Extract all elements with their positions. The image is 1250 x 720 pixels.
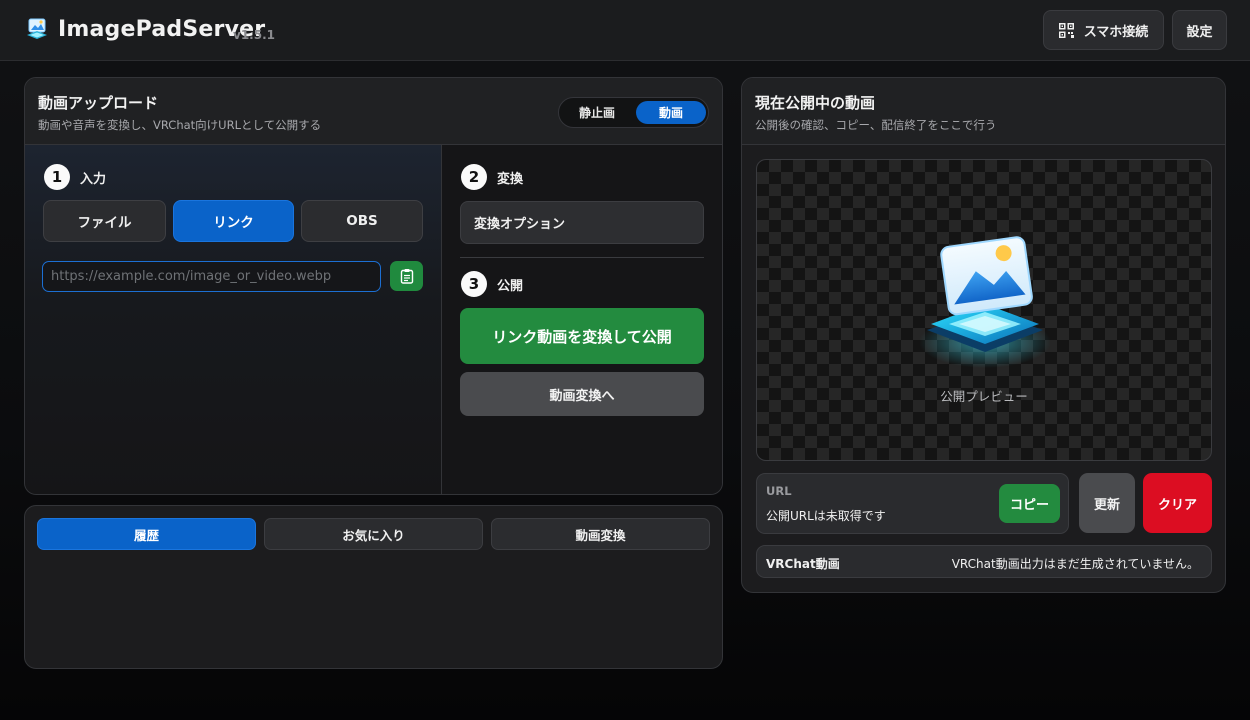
go-to-video-convert-button[interactable]: 動画変換へ (460, 372, 704, 416)
vrchat-video-row: VRChat動画 VRChat動画出力はまだ生成されていません。 (756, 545, 1212, 578)
mobile-connect-button[interactable]: スマホ接続 (1043, 10, 1164, 50)
app-header: ImagePadServer v1.5.1 スマホ接続 設定 (0, 0, 1250, 61)
divider (460, 257, 704, 258)
publish-subtitle: 公開後の確認、コピー、配信終了をここで行う (755, 118, 997, 132)
copy-button[interactable]: コピー (999, 484, 1060, 523)
convert-options-button[interactable]: 変換オプション (460, 201, 704, 244)
refresh-button[interactable]: 更新 (1079, 473, 1135, 533)
vrchat-status: VRChat動画出力はまだ生成されていません。 (951, 557, 1199, 571)
upload-title: 動画アップロード (38, 94, 159, 112)
tab-history[interactable]: 履歴 (37, 518, 256, 550)
publish-panel-header: 現在公開中の動画 公開後の確認、コピー、配信終了をここで行う (742, 78, 1225, 145)
source-file-button[interactable]: ファイル (43, 200, 166, 242)
paste-button[interactable] (390, 261, 423, 291)
app-version: v1.5.1 (233, 28, 275, 42)
video-upload-panel: 動画アップロード 動画や音声を変換し、VRChat向けURLとして公開する 静止… (24, 77, 723, 495)
preview-label: 公開プレビュー (940, 389, 1028, 404)
url-heading: URL (766, 484, 792, 498)
url-status: 公開URLは未取得です (766, 509, 886, 523)
tab-video-convert[interactable]: 動画変換 (491, 518, 710, 550)
upload-panel-header: 動画アップロード 動画や音声を変換し、VRChat向けURLとして公開する 静止… (25, 78, 722, 145)
step-convert: 2 変換 (461, 164, 523, 190)
media-mode-toggle: 静止画 動画 (558, 97, 709, 128)
convert-publish-column: 2 変換 変換オプション 3 公開 リンク動画を変換して公開 動画変換へ (442, 145, 722, 494)
mode-still-image[interactable]: 静止画 (562, 101, 632, 124)
settings-button[interactable]: 設定 (1172, 10, 1227, 50)
clear-button[interactable]: クリア (1143, 473, 1212, 533)
tab-favorites[interactable]: お気に入り (264, 518, 483, 550)
publish-title: 現在公開中の動画 (755, 94, 876, 112)
clipboard-icon (400, 269, 413, 284)
step-number: 2 (461, 164, 487, 190)
input-column: 1 入力 ファイル リンク OBS (25, 145, 442, 494)
step-number: 1 (44, 164, 70, 190)
step-number: 3 (461, 271, 487, 297)
url-box: URL 公開URLは未取得です コピー (756, 473, 1069, 534)
vrchat-label: VRChat動画 (766, 557, 840, 571)
app-logo-icon (27, 18, 47, 39)
step-label: 公開 (497, 278, 524, 294)
step-label: 入力 (80, 171, 107, 187)
source-obs-button[interactable]: OBS (301, 200, 423, 242)
mobile-connect-label: スマホ接続 (1083, 24, 1149, 40)
published-video-panel: 現在公開中の動画 公開後の確認、コピー、配信終了をここで行う 公開プレビュー U… (741, 77, 1226, 593)
image-preview-icon (919, 236, 1051, 368)
step-input: 1 入力 (44, 164, 106, 190)
upload-subtitle: 動画や音声を変換し、VRChat向けURLとして公開する (38, 118, 322, 132)
publish-preview: 公開プレビュー (756, 159, 1212, 461)
history-panel: 履歴 お気に入り 動画変換 (24, 505, 723, 669)
source-link-button[interactable]: リンク (173, 200, 294, 242)
convert-and-publish-button[interactable]: リンク動画を変換して公開 (460, 308, 704, 364)
step-label: 変換 (497, 171, 524, 187)
mode-video[interactable]: 動画 (636, 101, 706, 124)
qr-code-icon (1058, 22, 1074, 38)
step-publish: 3 公開 (461, 271, 523, 297)
url-input[interactable] (42, 261, 381, 292)
